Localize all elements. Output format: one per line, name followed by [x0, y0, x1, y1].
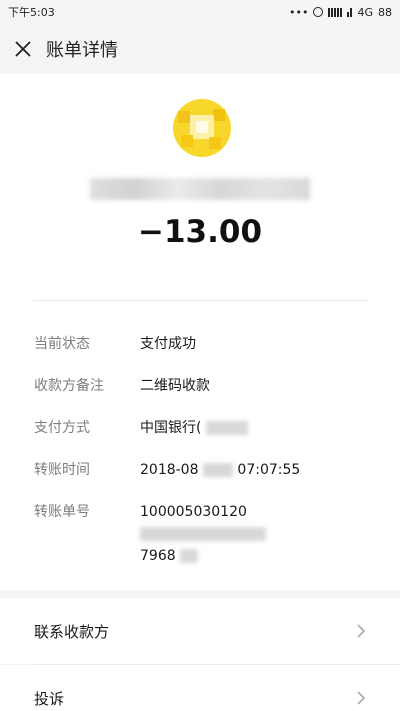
contact-payee-label: 联系收款方	[34, 622, 110, 641]
redacted-date-part	[202, 463, 233, 477]
bill-detail-card: −13.00 当前状态 支付成功 收款方备注 二维码收款 支付方式 中国银行( …	[0, 74, 400, 590]
merchant-name-redacted	[90, 178, 310, 200]
transfer-time-clock: 07:07:55	[237, 462, 301, 478]
redacted-transfer-number-tail	[180, 549, 199, 563]
detail-label: 支付方式	[34, 420, 90, 436]
detail-label: 收款方备注	[34, 378, 104, 394]
page-title: 账单详情	[46, 40, 118, 61]
status-icons: ••• 4G 88	[289, 6, 392, 19]
alarm-icon	[313, 7, 324, 17]
network-type: 4G	[357, 5, 373, 19]
status-time: 下午5:03	[8, 6, 55, 19]
detail-value: 支付成功	[140, 336, 196, 352]
notification-dots: •••	[289, 5, 309, 19]
transfer-number-end: 7968	[140, 548, 176, 564]
detail-value: 二维码收款	[140, 378, 210, 394]
summary-divider	[33, 300, 368, 301]
detail-value-container: 100005030120 7968	[140, 501, 370, 567]
redacted-transfer-number	[140, 527, 266, 541]
detail-value-container: 中国银行(	[140, 417, 370, 439]
signal-strength-icon	[347, 7, 353, 17]
detail-label: 转账时间	[34, 462, 90, 478]
title-bar: 账单详情	[0, 24, 400, 74]
payment-method-value: 中国银行(	[140, 420, 202, 436]
detail-label: 当前状态	[34, 336, 90, 352]
battery-level: 88	[378, 5, 392, 19]
complaint-button[interactable]: 投诉	[0, 665, 400, 711]
redacted-card-number	[205, 421, 248, 435]
contact-payee-button[interactable]: 联系收款方	[0, 598, 400, 664]
amount-text: −13.00	[137, 214, 263, 250]
complaint-label: 投诉	[34, 689, 65, 708]
detail-label: 转账单号	[34, 504, 90, 520]
merchant-avatar-icon	[173, 99, 231, 157]
chevron-right-icon	[357, 624, 366, 638]
close-icon	[15, 41, 31, 57]
status-bar: 下午5:03 ••• 4G 88	[0, 0, 400, 24]
close-button[interactable]	[0, 24, 46, 74]
signal-icon	[328, 7, 343, 17]
detail-value-container: 2018-08 07:07:55	[140, 459, 370, 481]
transfer-time-date: 2018-08	[140, 462, 199, 478]
chevron-right-icon	[357, 691, 366, 705]
transfer-number-start: 100005030120	[140, 504, 247, 520]
